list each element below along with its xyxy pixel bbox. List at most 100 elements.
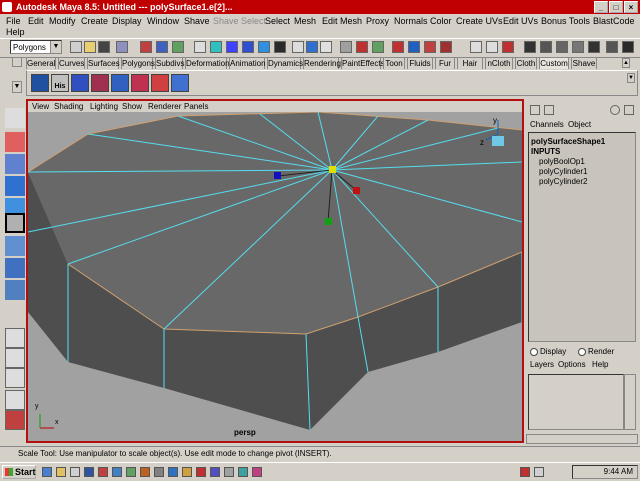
panel-menu-lighting[interactable]: Lighting: [90, 101, 118, 112]
quick-launch-icon[interactable]: [56, 467, 66, 477]
quick-launch-icon[interactable]: [252, 467, 262, 477]
render-view-icon[interactable]: [340, 41, 352, 53]
scale-tool-icon[interactable]: [5, 213, 25, 233]
layer-list[interactable]: [528, 374, 624, 430]
tab-cloth[interactable]: Cloth: [515, 57, 537, 69]
layer-scrollbar[interactable]: [624, 374, 636, 430]
select-component-icon[interactable]: [156, 41, 168, 53]
manip-blue-handle[interactable]: [274, 172, 281, 179]
panel-menu-renderer[interactable]: Renderer: [148, 101, 181, 112]
shelf-scene-icon[interactable]: [31, 74, 49, 92]
menu-create-uvs[interactable]: Create UVs: [456, 16, 503, 26]
channel-box-scrollbar[interactable]: [526, 434, 638, 444]
ipr-render-icon[interactable]: [356, 41, 368, 53]
menu-select[interactable]: Select: [265, 16, 290, 26]
manip-green-handle[interactable]: [325, 218, 332, 225]
select-hierarchy-icon[interactable]: [116, 41, 128, 53]
tab-hair[interactable]: Hair: [457, 57, 483, 69]
tab-object[interactable]: Object: [568, 120, 591, 129]
shelf-smooth-icon[interactable]: [171, 74, 189, 92]
attribute-editor-toggle-icon[interactable]: [502, 41, 514, 53]
outliner-toggle-icon[interactable]: [588, 41, 600, 53]
shelf-menu-icon[interactable]: ▼: [12, 81, 22, 93]
shelf-cylinder-icon[interactable]: [91, 74, 109, 92]
history-icon[interactable]: [292, 41, 304, 53]
tab-animation[interactable]: Animation: [229, 57, 266, 69]
tab-polygons[interactable]: Polygons: [121, 57, 155, 69]
quick-launch-icon[interactable]: [224, 467, 234, 477]
menu-window[interactable]: Window: [147, 16, 179, 26]
channel-box-icon[interactable]: [530, 105, 540, 115]
quick-launch-icon[interactable]: [238, 467, 248, 477]
menu-file[interactable]: File: [6, 16, 21, 26]
quick-launch-icon[interactable]: [42, 467, 52, 477]
menu-shave-select[interactable]: Shave Select: [213, 16, 266, 26]
construction-history-icon[interactable]: [306, 41, 318, 53]
quick-launch-icon[interactable]: [140, 467, 150, 477]
viewport-canvas[interactable]: [28, 112, 522, 441]
render-radio[interactable]: [578, 348, 586, 356]
layout-toggle-icon[interactable]: [556, 41, 568, 53]
tab-shave[interactable]: Shave: [571, 57, 597, 69]
manip-center-handle[interactable]: [329, 166, 336, 173]
select-object-icon[interactable]: [140, 41, 152, 53]
arrow-left-icon[interactable]: [470, 41, 482, 53]
input-node[interactable]: polyCylinder1: [539, 167, 587, 176]
tab-toon[interactable]: Toon: [383, 57, 405, 69]
panel-menu-shading[interactable]: Shading: [54, 101, 83, 112]
shelf-scroll-up-icon[interactable]: ▲: [622, 58, 630, 68]
quick-launch-icon[interactable]: [112, 467, 122, 477]
quick-launch-icon[interactable]: [126, 467, 136, 477]
menu-modify[interactable]: Modify: [49, 16, 76, 26]
soft-modify-tool-icon[interactable]: [5, 258, 25, 278]
render-layout-icon[interactable]: [5, 410, 25, 430]
display-radio[interactable]: [530, 348, 538, 356]
menu-mesh[interactable]: Mesh: [294, 16, 316, 26]
history-shelf-button[interactable]: His: [51, 74, 69, 92]
layer-menu-help[interactable]: Help: [592, 360, 608, 369]
panel-toggle-icon[interactable]: [572, 41, 584, 53]
tab-rendering[interactable]: Rendering: [303, 57, 341, 69]
shelf-boolean-icon[interactable]: [151, 74, 169, 92]
single-layout-icon[interactable]: [5, 328, 25, 348]
shelf-scroll-down-icon[interactable]: ▼: [627, 73, 635, 83]
menu-create[interactable]: Create: [81, 16, 108, 26]
menu-proxy[interactable]: Proxy: [366, 16, 389, 26]
outliner-layout-icon[interactable]: [5, 390, 25, 410]
quick-rename-icon[interactable]: [424, 41, 436, 53]
menu-edit[interactable]: Edit: [28, 16, 44, 26]
menu-edit-mesh[interactable]: Edit Mesh: [322, 16, 362, 26]
tab-subdivs[interactable]: Subdivs: [155, 57, 184, 69]
quick-launch-icon[interactable]: [210, 467, 220, 477]
select-tool-icon[interactable]: [5, 108, 25, 128]
tool-settings-icon[interactable]: [624, 105, 634, 115]
layer-editor-icon[interactable]: [544, 105, 554, 115]
tab-ncloth[interactable]: nCloth: [485, 57, 513, 69]
arrow-right-icon[interactable]: [486, 41, 498, 53]
tab-deformation[interactable]: Deformation: [185, 57, 230, 69]
quick-connect-icon[interactable]: [440, 41, 452, 53]
menu-set-selector[interactable]: Polygons ▼: [10, 40, 62, 54]
menu-blastcode[interactable]: BlastCode: [593, 16, 635, 26]
tab-dynamics[interactable]: Dynamics: [267, 57, 303, 69]
lasso-tool-icon[interactable]: [5, 132, 25, 152]
input-line-icon[interactable]: [392, 41, 404, 53]
hypershade-toggle-icon[interactable]: [606, 41, 618, 53]
maximize-button[interactable]: □: [609, 1, 623, 13]
tab-fur[interactable]: Fur: [435, 57, 455, 69]
tab-custom[interactable]: Custom: [539, 57, 569, 69]
four-layout-icon[interactable]: [5, 348, 25, 368]
make-live-icon[interactable]: [274, 41, 286, 53]
input-node[interactable]: polyCylinder2: [539, 177, 587, 186]
quick-launch-icon[interactable]: [154, 467, 164, 477]
maya-task-icon[interactable]: [520, 467, 530, 477]
layer-menu-options[interactable]: Options: [558, 360, 586, 369]
quick-launch-icon[interactable]: [84, 467, 94, 477]
shelf-cube-icon[interactable]: [71, 74, 89, 92]
shelf-tab-toggle[interactable]: [12, 57, 22, 67]
layer-menu-layers[interactable]: Layers: [530, 360, 554, 369]
snap-point-icon[interactable]: [242, 41, 254, 53]
quick-launch-icon[interactable]: [98, 467, 108, 477]
object-name[interactable]: polySurfaceShape1: [531, 137, 605, 146]
start-button[interactable]: Start: [2, 465, 36, 479]
